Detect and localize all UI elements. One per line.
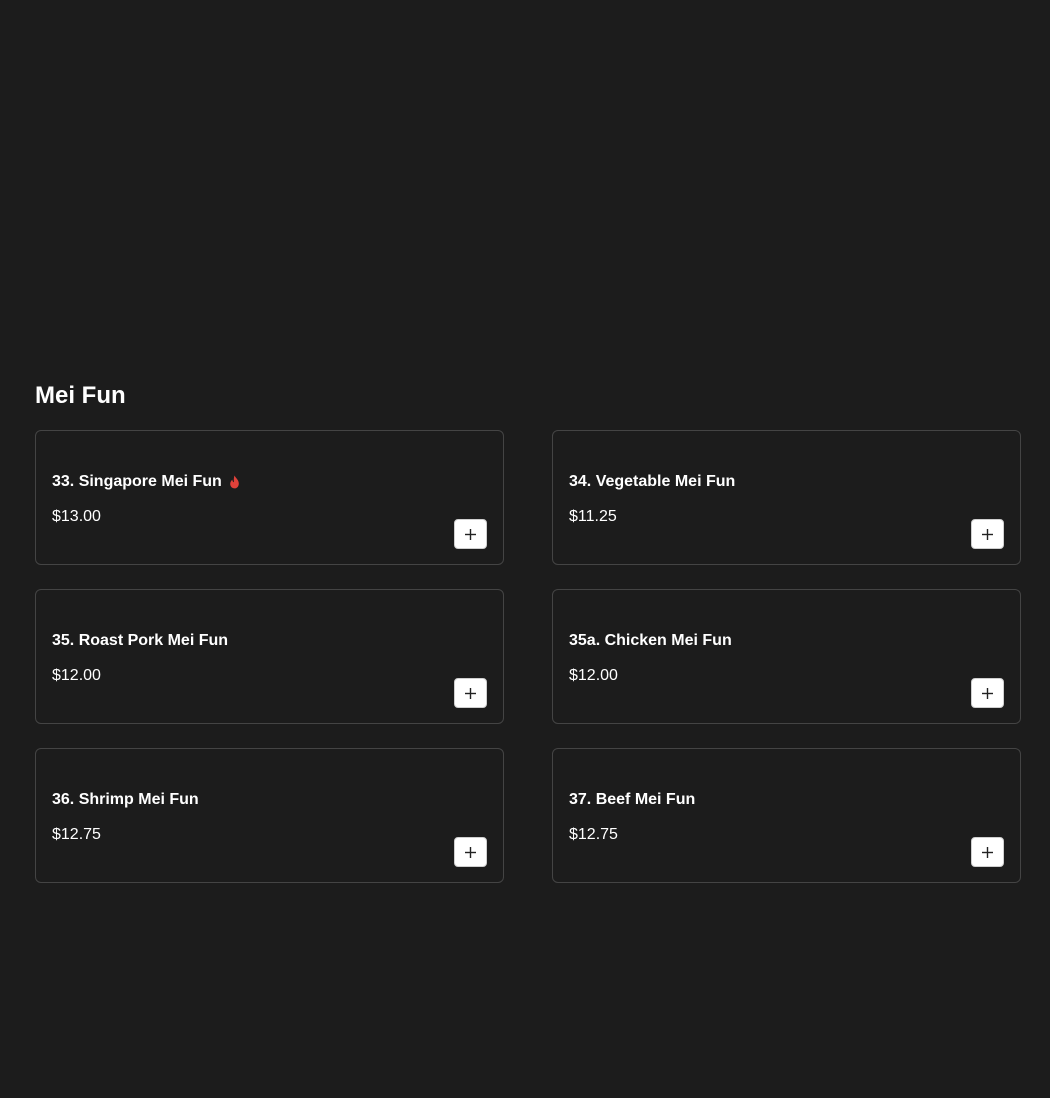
item-name-text: 37. Beef Mei Fun	[569, 791, 696, 808]
item-name-text: 33. Singapore Mei Fun	[52, 473, 222, 490]
item-name: 36. Shrimp Mei Fun	[52, 790, 199, 810]
item-price: $13.00	[52, 508, 101, 525]
menu-item-card[interactable]: 35. Roast Pork Mei Fun $12.00	[35, 589, 504, 724]
menu-section-mei-fun: Mei Fun 33. Singapore Mei Fun $13.00 34.…	[35, 378, 1021, 883]
item-name-text: 35a. Chicken Mei Fun	[569, 632, 732, 649]
plus-icon	[465, 846, 476, 858]
item-name: 33. Singapore Mei Fun	[52, 472, 241, 492]
section-title: Mei Fun	[35, 382, 126, 409]
item-name: 35a. Chicken Mei Fun	[569, 631, 732, 651]
menu-item-card[interactable]: 34. Vegetable Mei Fun $11.25	[552, 430, 1021, 565]
item-name-text: 35. Roast Pork Mei Fun	[52, 632, 229, 649]
menu-item-card[interactable]: 37. Beef Mei Fun $12.75	[552, 748, 1021, 883]
plus-icon	[982, 687, 993, 699]
flame-icon	[228, 475, 241, 489]
menu-items-grid: 33. Singapore Mei Fun $13.00 34. Vegetab…	[35, 430, 1021, 883]
item-name: 37. Beef Mei Fun	[569, 790, 695, 810]
add-to-cart-button[interactable]	[454, 837, 487, 867]
menu-item-card[interactable]: 36. Shrimp Mei Fun $12.75	[35, 748, 504, 883]
item-price: $11.25	[569, 508, 617, 525]
item-name-text: 34. Vegetable Mei Fun	[569, 473, 736, 490]
add-to-cart-button[interactable]	[971, 519, 1004, 549]
item-name: 34. Vegetable Mei Fun	[569, 472, 735, 492]
add-to-cart-button[interactable]	[454, 678, 487, 708]
plus-icon	[982, 846, 993, 858]
item-price: $12.00	[569, 667, 618, 684]
add-to-cart-button[interactable]	[454, 519, 487, 549]
menu-item-card[interactable]: 35a. Chicken Mei Fun $12.00	[552, 589, 1021, 724]
plus-icon	[465, 687, 476, 699]
item-price: $12.00	[52, 667, 101, 684]
plus-icon	[465, 528, 476, 540]
item-price: $12.75	[52, 826, 101, 843]
add-to-cart-button[interactable]	[971, 837, 1004, 867]
add-to-cart-button[interactable]	[971, 678, 1004, 708]
item-name: 35. Roast Pork Mei Fun	[52, 631, 228, 651]
menu-item-card[interactable]: 33. Singapore Mei Fun $13.00	[35, 430, 504, 565]
item-price: $12.75	[569, 826, 618, 843]
plus-icon	[982, 528, 993, 540]
item-name-text: 36. Shrimp Mei Fun	[52, 791, 199, 808]
